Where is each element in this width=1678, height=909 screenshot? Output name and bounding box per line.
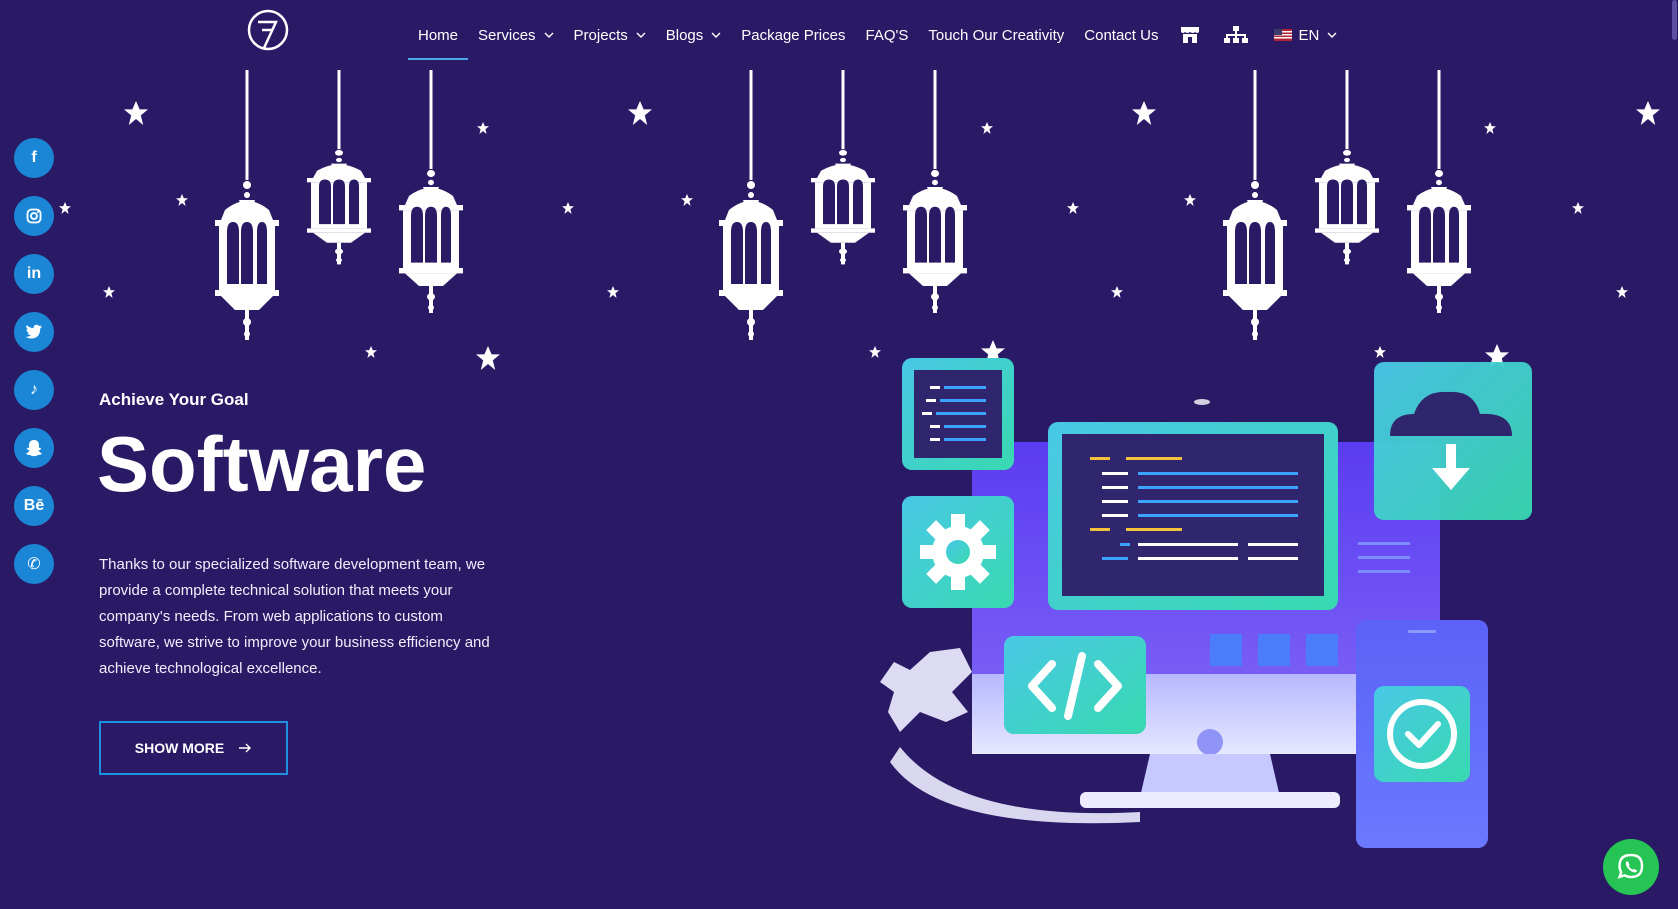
- nav-touch-our-creativity[interactable]: Touch Our Creativity: [918, 0, 1074, 70]
- nav-contact-us[interactable]: Contact Us: [1074, 0, 1168, 70]
- nav-home-label: Home: [418, 26, 459, 44]
- arrow-right-icon: [239, 743, 252, 753]
- nav-services[interactable]: Services: [468, 0, 564, 70]
- brand-logo-icon[interactable]: [246, 8, 290, 58]
- snapchat-icon: [26, 440, 42, 457]
- whatsapp-icon: [1617, 853, 1644, 879]
- phone-icon: ✆: [27, 556, 41, 573]
- nav-contact-us-label: Contact Us: [1084, 26, 1159, 44]
- nav-faqs[interactable]: FAQ'S: [855, 0, 918, 70]
- twitter-link[interactable]: [14, 312, 54, 352]
- language-selector[interactable]: EN: [1260, 0, 1347, 70]
- nav-projects-label: Projects: [573, 26, 628, 44]
- hero-headline: Software: [97, 420, 427, 508]
- hero-kicker: Achieve Your Goal: [99, 390, 249, 409]
- sitemap-button[interactable]: [1212, 0, 1260, 70]
- store-button[interactable]: [1168, 0, 1212, 70]
- facebook-link[interactable]: f: [14, 138, 54, 178]
- store-icon: [1181, 27, 1200, 43]
- nav-blogs-label: Blogs: [665, 26, 704, 44]
- twitter-icon: [25, 324, 42, 339]
- nav-projects[interactable]: Projects: [564, 0, 656, 70]
- nav-faqs-label: FAQ'S: [865, 26, 909, 44]
- chevron-down-icon: [544, 32, 554, 38]
- whatsapp-button[interactable]: [1603, 839, 1659, 895]
- nav-package-prices[interactable]: Package Prices: [731, 0, 855, 70]
- chevron-down-icon: [711, 32, 721, 38]
- show-more-button[interactable]: SHOW MORE: [99, 721, 288, 775]
- linkedin-link[interactable]: in: [14, 254, 54, 294]
- language-label: EN: [1298, 26, 1320, 44]
- behance-icon: Bē: [23, 497, 45, 514]
- snapchat-link[interactable]: [14, 428, 54, 468]
- facebook-icon: f: [31, 149, 37, 166]
- main-navigation: Home Services Projects Blogs Package Pri…: [408, 0, 1347, 70]
- nav-touch-our-creativity-label: Touch Our Creativity: [928, 26, 1065, 44]
- behance-link[interactable]: Bē: [14, 486, 54, 526]
- linkedin-icon: in: [26, 265, 42, 282]
- nav-package-prices-label: Package Prices: [741, 26, 846, 44]
- instagram-icon: [26, 208, 42, 224]
- chevron-down-icon: [636, 32, 646, 38]
- tiktok-link[interactable]: ♪: [14, 370, 54, 410]
- nav-home[interactable]: Home: [408, 0, 469, 70]
- sitemap-icon: [1224, 26, 1249, 43]
- nav-blogs[interactable]: Blogs: [656, 0, 732, 70]
- us-flag-icon: [1274, 29, 1293, 41]
- nav-services-label: Services: [478, 26, 536, 44]
- phone-link[interactable]: ✆: [14, 544, 54, 584]
- software-development-illustration: [880, 358, 1532, 848]
- hero-description: Thanks to our specialized software devel…: [99, 556, 490, 677]
- tiktok-icon: ♪: [30, 381, 38, 398]
- social-links: f in ♪ Bē ✆: [14, 138, 54, 584]
- chevron-down-icon: [1327, 32, 1337, 38]
- show-more-label: SHOW MORE: [134, 740, 225, 756]
- instagram-link[interactable]: [14, 196, 54, 236]
